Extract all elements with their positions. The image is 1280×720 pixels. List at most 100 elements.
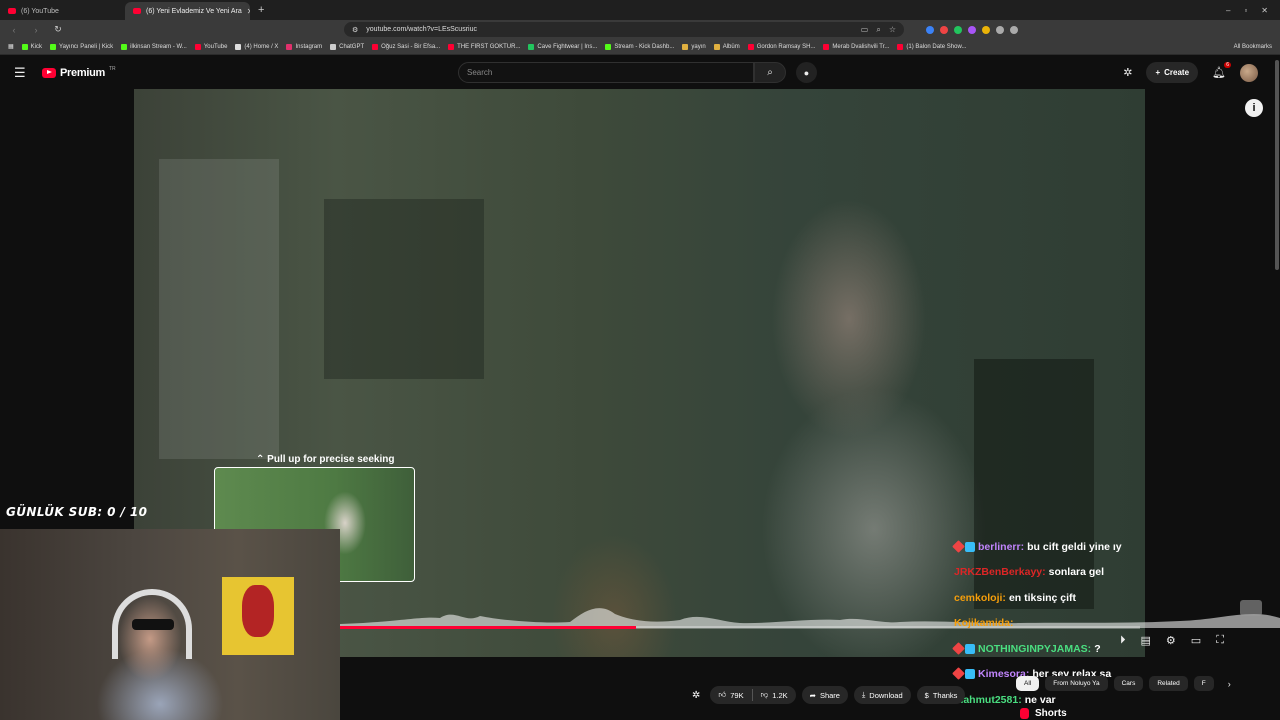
theater-mode-icon[interactable]: ▭ xyxy=(1191,634,1201,647)
settings-icon[interactable]: ⚙ xyxy=(1166,634,1176,647)
filter-chip[interactable]: Cars xyxy=(1113,676,1144,691)
header-actions: ✲ + Create 🔔︎ 6 xyxy=(1123,62,1258,83)
page-scrollbar[interactable] xyxy=(1275,60,1279,270)
video-actions: ✲ 👍︎ 79K 👎︎ 1.2K ➦ Share ⤓ Download $ Thanks xyxy=(688,686,966,704)
bookmark-favicon-icon xyxy=(747,43,754,50)
youtube-header: ☰ Premium TR Search ⌕ ● ✲ + Create 🔔︎ 6 xyxy=(0,56,1280,89)
bookmark-label: Yayıncı Paneli | Kick xyxy=(59,43,114,50)
maximize-icon[interactable]: ▫ xyxy=(1244,6,1247,15)
bookmark-favicon-icon xyxy=(372,43,379,50)
bookmark-item[interactable]: yayın xyxy=(682,43,706,50)
search-button[interactable]: ⌕ xyxy=(754,62,786,83)
bookmark-label: Merab Dvalishvili Tr... xyxy=(832,43,890,50)
create-label: Create xyxy=(1164,68,1190,77)
hamburger-menu-icon[interactable]: ☰ xyxy=(14,65,32,81)
tab-video-active[interactable]: (6) Yeni Evlademiz Ve Yeni Ara ✕ xyxy=(125,2,250,20)
logo-wordmark: Premium xyxy=(60,66,105,79)
autoplay-toggle-icon[interactable]: ⏵ xyxy=(1120,634,1126,647)
bookmark-item[interactable]: Albüm xyxy=(713,43,740,50)
bookmark-item[interactable]: Gordon Ramsay SH... xyxy=(747,43,815,50)
like-button[interactable]: 👍︎ 79K xyxy=(710,686,751,704)
bookmark-item[interactable]: (1) Balon Date Show... xyxy=(897,43,966,50)
filter-chip[interactable]: From Noluyo Ya xyxy=(1045,676,1108,691)
clip-icon[interactable]: ✲ xyxy=(688,686,704,704)
bookmark-item[interactable]: Merab Dvalishvili Tr... xyxy=(823,43,890,50)
voice-search-button[interactable]: ● xyxy=(796,62,817,83)
chips-next-chevron-icon[interactable]: › xyxy=(1228,679,1231,689)
bookmark-label: Stream - Kick Dashb... xyxy=(614,43,675,50)
close-window-icon[interactable]: ✕ xyxy=(1261,6,1268,15)
filter-chip[interactable]: Related xyxy=(1149,676,1188,691)
zoom-icon[interactable]: ⌕ xyxy=(876,25,880,35)
settings-gear-icon[interactable]: ✲ xyxy=(1123,66,1132,79)
back-icon[interactable]: ‹ xyxy=(8,25,20,35)
bookmark-item[interactable]: Cave Fightwear | Ins... xyxy=(528,43,598,50)
sunglasses xyxy=(132,619,174,630)
youtube-premium-logo[interactable]: Premium TR xyxy=(42,66,116,79)
chat-text: bu cift geldi yine ıy xyxy=(1027,540,1122,553)
bookmark-item[interactable]: Kick xyxy=(21,43,42,50)
create-button[interactable]: + Create xyxy=(1146,62,1199,83)
bookmark-label: YouTube xyxy=(203,43,228,50)
fullscreen-icon[interactable]: ⛶ xyxy=(1216,634,1224,647)
bookmark-label: Cave Fightwear | Ins... xyxy=(537,43,598,50)
share-icon: ➦ xyxy=(809,690,816,700)
extension-icon[interactable] xyxy=(940,25,948,34)
related-filter-chips: All From Noluyo Ya Cars Related F › xyxy=(1016,676,1231,691)
bookmark-item[interactable]: ChatGPT xyxy=(330,43,364,50)
bookmark-label: (4) Home / X xyxy=(244,43,279,50)
tab-label: (6) YouTube xyxy=(21,7,59,15)
bookmark-favicon-icon xyxy=(448,43,455,50)
account-avatar[interactable] xyxy=(1240,63,1258,82)
url-input[interactable]: ⚙ youtube.com/watch?v=LEsScusriuc ▭ ⌕ ☆ xyxy=(344,22,904,37)
bookmark-item[interactable]: Yayıncı Paneli | Kick xyxy=(50,43,114,50)
extension-icon[interactable] xyxy=(926,25,934,34)
bookmark-favicon-icon xyxy=(194,43,201,50)
all-bookmarks-button[interactable]: All Bookmarks xyxy=(1234,44,1272,50)
tab-youtube-home[interactable]: (6) YouTube xyxy=(0,2,125,20)
minimize-icon[interactable]: – xyxy=(1226,6,1230,15)
bookmark-item[interactable]: (4) Home / X xyxy=(235,43,279,50)
notifications-bell-icon[interactable]: 🔔︎ 6 xyxy=(1212,62,1231,79)
subtitles-icon[interactable]: ▤ xyxy=(1141,634,1151,647)
filter-chip[interactable]: F xyxy=(1193,676,1214,691)
new-tab-button[interactable]: + xyxy=(250,4,272,16)
chat-badges xyxy=(952,539,975,553)
subscriber-badge-icon xyxy=(952,539,965,553)
site-info-icon[interactable]: ⚙ xyxy=(352,26,358,34)
bookmark-label: ilkinsan Stream - W... xyxy=(130,43,187,50)
info-icon[interactable]: i xyxy=(1245,99,1263,117)
address-bar: ‹ › ↻ ⚙ youtube.com/watch?v=LEsScusriuc … xyxy=(0,20,1280,39)
cast-icon[interactable]: ▭ xyxy=(861,25,869,35)
chat-text: ne var xyxy=(1024,693,1056,706)
dislike-button[interactable]: 👎︎ 1.2K xyxy=(753,686,796,704)
bookmark-item[interactable]: Instagram xyxy=(286,43,322,50)
share-button[interactable]: ➦ Share xyxy=(801,686,848,704)
thumbs-down-icon: 👎︎ xyxy=(760,690,769,699)
extension-icon[interactable] xyxy=(982,25,990,34)
download-button[interactable]: ⤓ Download xyxy=(853,686,911,704)
chat-text: ? xyxy=(1094,642,1101,655)
bookmark-item[interactable]: Stream - Kick Dashb... xyxy=(605,43,675,50)
verified-badge-icon xyxy=(965,643,975,654)
bookmark-item[interactable]: Oğuz Sasi - Bir Efsa... xyxy=(372,43,440,50)
chat-username: cemkoloji: xyxy=(954,591,1006,604)
reload-icon[interactable]: ↻ xyxy=(52,24,64,35)
filter-chip[interactable]: All xyxy=(1016,676,1040,691)
search-input[interactable]: Search xyxy=(458,62,754,83)
chat-username: JRKZBenBerkayy: xyxy=(954,566,1046,579)
apps-grid-icon[interactable]: ▦ xyxy=(8,43,14,50)
bookmark-item[interactable]: THE FIRST GOKTUR... xyxy=(448,43,520,50)
chat-username: Kojikamida: xyxy=(954,617,1014,630)
bookmark-favicon-icon xyxy=(528,43,535,50)
menu-dots-icon[interactable] xyxy=(1010,25,1018,34)
bookmark-star-icon[interactable]: ☆ xyxy=(889,25,896,35)
bookmark-item[interactable]: YouTube xyxy=(194,43,228,50)
extension-icon[interactable] xyxy=(968,25,976,34)
bookmark-item[interactable]: ilkinsan Stream - W... xyxy=(121,43,187,50)
thanks-button[interactable]: $ Thanks xyxy=(916,686,966,704)
forward-icon[interactable]: › xyxy=(30,25,42,35)
extension-icon[interactable] xyxy=(954,25,962,34)
extensions-puzzle-icon[interactable] xyxy=(996,25,1004,34)
shorts-label: Shorts xyxy=(1035,708,1067,719)
